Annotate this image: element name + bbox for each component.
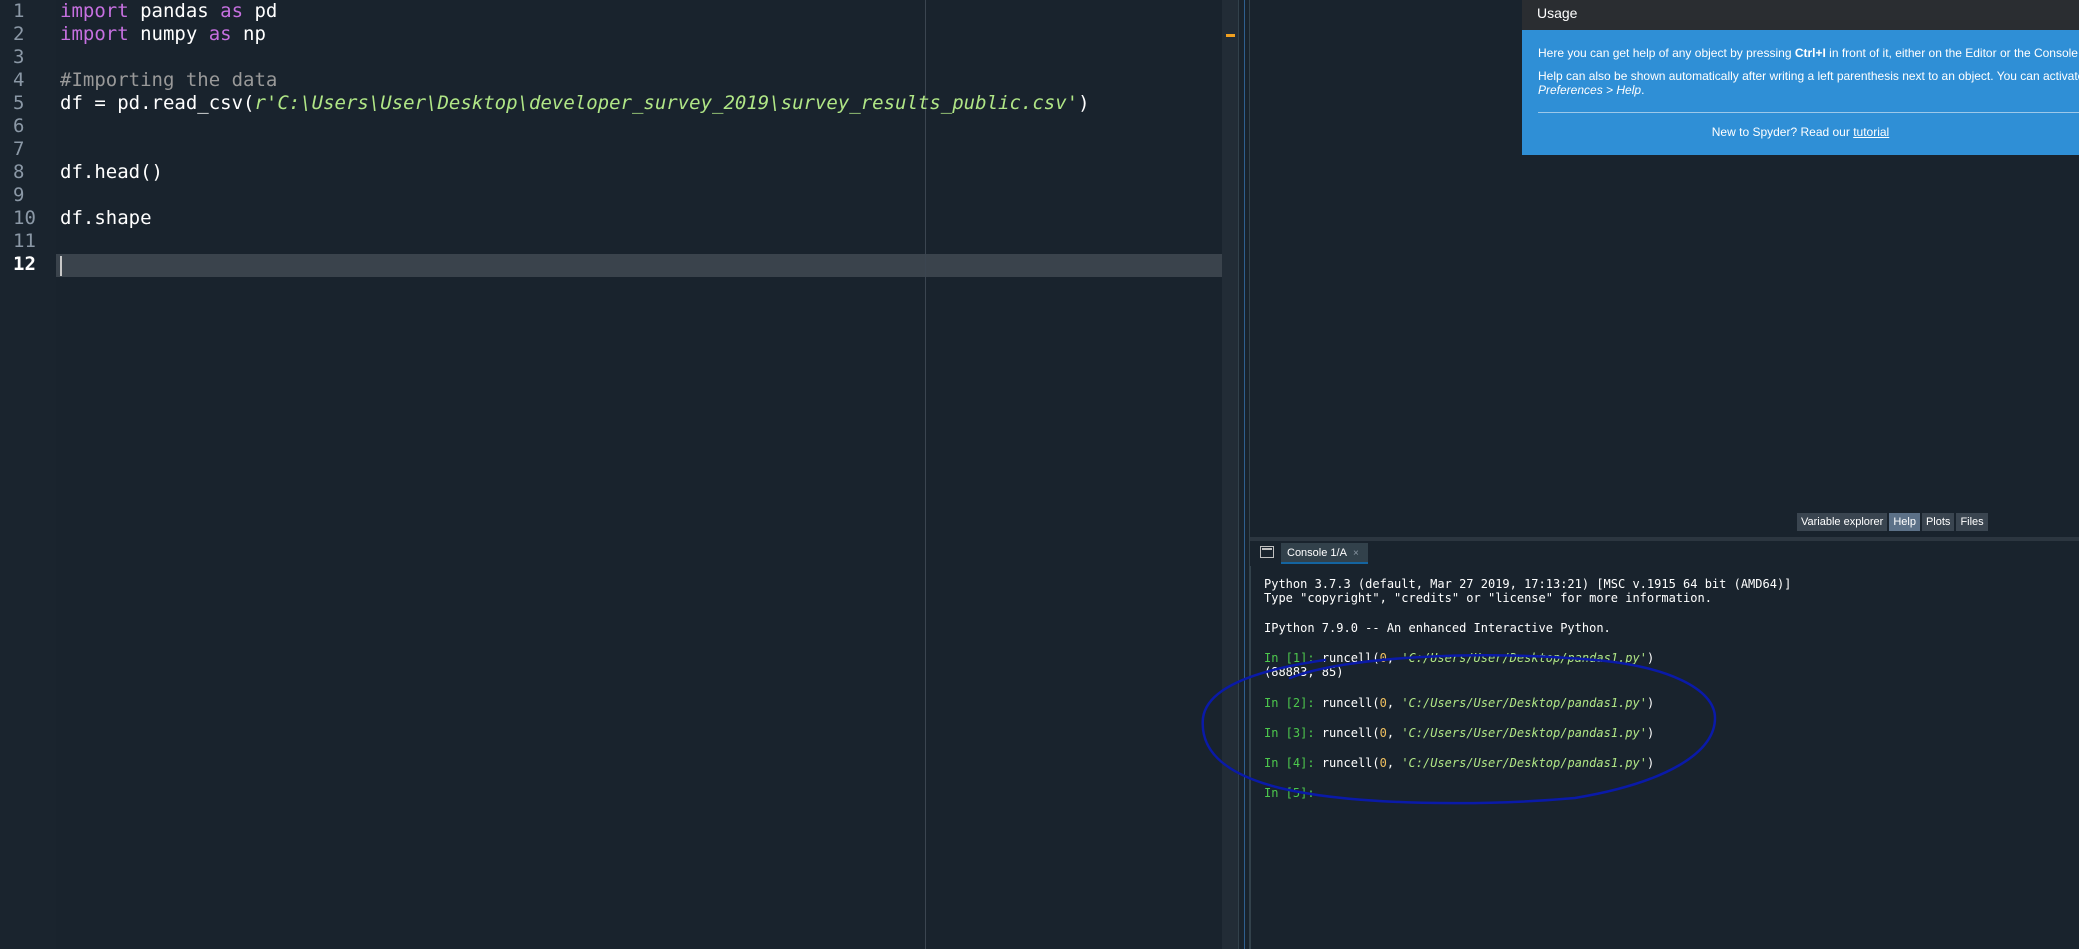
code-text: numpy: [128, 23, 209, 45]
prompt: In [: [1264, 696, 1293, 710]
string-literal: 'C:/Users/User/Desktop/pandas1.py': [1401, 696, 1647, 710]
warning-marker[interactable]: [1226, 34, 1235, 37]
console-current-prompt[interactable]: In [5]:: [1264, 786, 1315, 800]
tab-help[interactable]: Help: [1889, 513, 1920, 531]
ipython-console[interactable]: Python 3.7.3 (default, Mar 27 2019, 17:1…: [1250, 566, 2079, 949]
line-number: 5: [13, 92, 25, 114]
code-line-2[interactable]: import numpy as np: [60, 23, 266, 46]
prompt: In [: [1264, 651, 1293, 665]
usage-text: .: [1641, 83, 1645, 97]
close-icon[interactable]: ×: [1353, 548, 1359, 559]
code-text: df = pd.read_csv(: [60, 92, 255, 114]
editor-scrollbar[interactable]: [1222, 0, 1238, 949]
line-number: 8: [13, 161, 25, 183]
code-line-8[interactable]: df.head(): [60, 161, 163, 184]
code-line-10[interactable]: df.shape: [60, 207, 152, 230]
prompt: In [: [1264, 756, 1293, 770]
tutorial-link[interactable]: tutorial: [1853, 125, 1889, 139]
console-banner-line: Python 3.7.3 (default, Mar 27 2019, 17:1…: [1264, 577, 1792, 591]
keyword: as: [220, 0, 244, 22]
string-literal: 'C:/Users/User/Desktop/pandas1.py': [1401, 651, 1647, 665]
line-number: 7: [13, 138, 25, 160]
console-input-line: In [1]: runcell(0, 'C:/Users/User/Deskto…: [1264, 651, 1654, 665]
line-number: 1: [13, 0, 25, 22]
preferences-path: Preferences > Help: [1538, 83, 1642, 97]
number-literal: 0: [1379, 756, 1387, 770]
keyword: import: [60, 0, 129, 22]
string-literal: r'C:\Users\User\Desktop\developer_survey…: [254, 92, 1079, 114]
usage-panel: Usage Here you can get help of any objec…: [1522, 0, 2079, 155]
line-number-active: 12: [13, 253, 36, 275]
usage-text: in front of it, either on the Editor or …: [1825, 46, 2079, 60]
command: runcell(: [1321, 651, 1380, 665]
shortcut-key: Ctrl+I: [1794, 46, 1826, 60]
console-banner-line: IPython 7.9.0 -- An enhanced Interactive…: [1264, 621, 1611, 635]
console-input-line: In [3]: runcell(0, 'C:/Users/User/Deskto…: [1264, 726, 1654, 740]
paren: ): [1646, 696, 1655, 710]
code-text: np: [231, 23, 266, 45]
line-number: 2: [13, 23, 25, 45]
command: runcell(: [1321, 726, 1380, 740]
console-input-line: In [2]: runcell(0, 'C:/Users/User/Deskto…: [1264, 696, 1654, 710]
splitter-highlight: [1244, 0, 1245, 949]
usage-text: Here you can get help of any object by p…: [1538, 46, 1795, 60]
line-number: 3: [13, 46, 25, 68]
usage-divider: [1538, 112, 2079, 113]
prompt: In [: [1264, 726, 1293, 740]
console-tab-bar: Console 1/A ×: [1250, 541, 2079, 566]
line-number-gutter: 1 2 3 4 5 6 7 8 9 10 11 12: [0, 0, 56, 949]
separator: ,: [1386, 651, 1402, 665]
string-literal: 'C:/Users/User/Desktop/pandas1.py': [1401, 726, 1647, 740]
code-line-4[interactable]: #Importing the data: [60, 69, 277, 92]
separator: ,: [1386, 756, 1402, 770]
paren: ): [1646, 756, 1655, 770]
code-text: ): [1078, 92, 1090, 114]
string-literal: 'C:/Users/User/Desktop/pandas1.py': [1401, 756, 1647, 770]
console-options-icon[interactable]: [1260, 546, 1274, 558]
keyword: import: [60, 23, 129, 45]
usage-paragraph-2: Help can also be shown automatically aft…: [1538, 69, 2079, 83]
number-literal: 0: [1379, 726, 1387, 740]
line-number: 6: [13, 115, 25, 137]
console-output-line: (88883, 85): [1264, 665, 1344, 679]
tutorial-prefix: New to Spyder? Read our: [1711, 125, 1854, 139]
code-editor[interactable]: 1 2 3 4 5 6 7 8 9 10 11 12 import pandas…: [0, 0, 1222, 949]
usage-title: Usage: [1522, 0, 2079, 30]
help-pane: Usage Here you can get help of any objec…: [1250, 0, 2079, 538]
command: runcell(: [1321, 696, 1380, 710]
line-number: 4: [13, 69, 25, 91]
tutorial-line: New to Spyder? Read our tutorial: [1522, 125, 2079, 139]
tab-plots[interactable]: Plots: [1921, 513, 1955, 531]
line-number: 10: [13, 207, 36, 229]
code-line-1[interactable]: import pandas as pd: [60, 0, 277, 23]
number-literal: 0: [1379, 696, 1387, 710]
console-tab-label: Console 1/A: [1287, 547, 1347, 559]
prompt: ]:: [1300, 651, 1322, 665]
console-banner-line: Type "copyright", "credits" or "license"…: [1264, 591, 1712, 605]
command: runcell(: [1321, 756, 1380, 770]
code-line-5[interactable]: df = pd.read_csv(r'C:\Users\User\Desktop…: [60, 92, 1090, 115]
prompt: ]:: [1300, 726, 1322, 740]
keyword: as: [208, 23, 232, 45]
usage-paragraph-2-cont: Preferences > Help.: [1522, 83, 2079, 97]
number-literal: 0: [1379, 651, 1387, 665]
usage-paragraph-1: Here you can get help of any object by p…: [1522, 46, 2079, 60]
code-text: pandas: [128, 0, 221, 22]
prompt: ]:: [1300, 756, 1322, 770]
paren: ): [1646, 651, 1655, 665]
separator: ,: [1386, 696, 1402, 710]
paren: ): [1646, 726, 1655, 740]
line-number: 11: [13, 230, 36, 252]
pane-tab-bar: Variable explorer Help Plots Files: [1797, 513, 1988, 531]
line-number: 9: [13, 184, 25, 206]
tab-console[interactable]: Console 1/A ×: [1281, 543, 1368, 564]
prompt: ]:: [1300, 696, 1322, 710]
code-text: pd: [243, 0, 278, 22]
tab-variable-explorer[interactable]: Variable explorer: [1797, 513, 1888, 531]
separator: ,: [1386, 726, 1402, 740]
tab-files[interactable]: Files: [1956, 513, 1988, 531]
console-input-line: In [4]: runcell(0, 'C:/Users/User/Deskto…: [1264, 756, 1654, 770]
text-cursor: [60, 256, 62, 276]
code-area[interactable]: import pandas as pd import numpy as np #…: [56, 0, 1222, 949]
